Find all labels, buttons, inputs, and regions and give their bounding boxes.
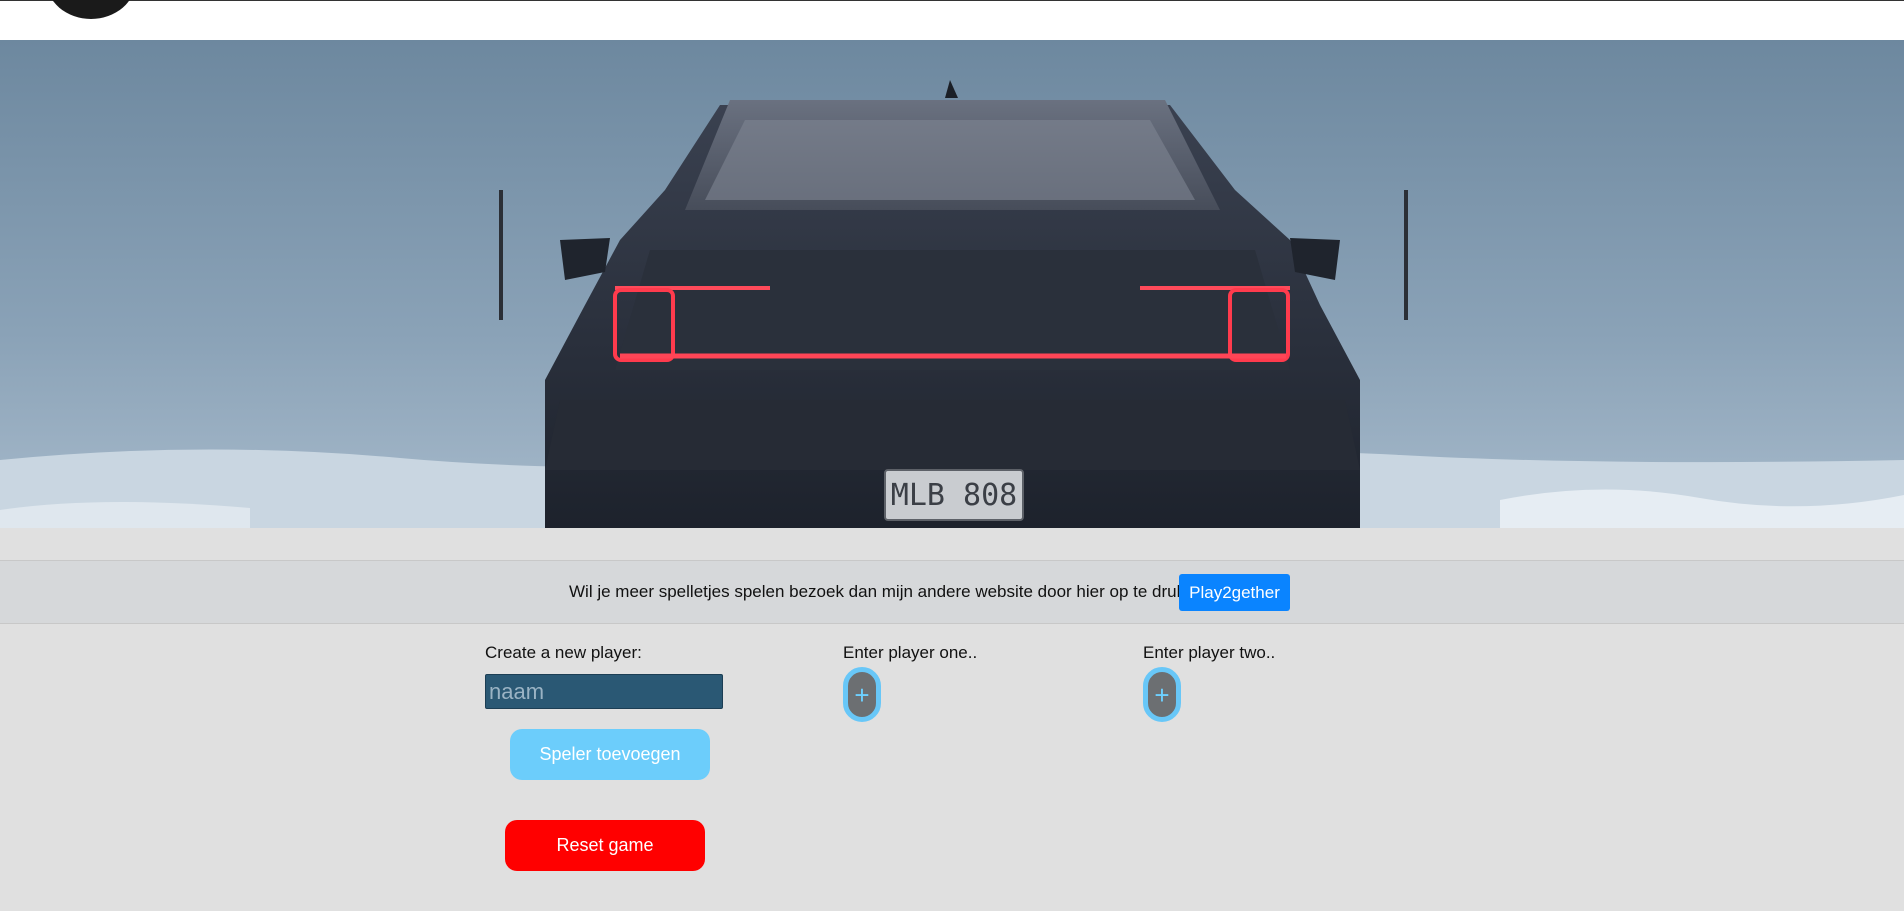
player-two-label: Enter player two.. <box>1143 643 1276 662</box>
add-player-two-button[interactable]: + <box>1143 667 1181 722</box>
add-player-one-button[interactable]: + <box>843 667 881 722</box>
plus-icon: + <box>1154 679 1170 710</box>
top-navbar <box>0 0 1904 40</box>
license-plate-text: MLB 808 <box>891 478 1017 513</box>
plus-icon: + <box>854 679 870 710</box>
play2gether-button[interactable]: Play2gether <box>1179 574 1290 611</box>
site-logo[interactable] <box>46 0 136 19</box>
promo-banner: Wil je meer spelletjes spelen bezoek dan… <box>0 560 1904 624</box>
player-name-input[interactable] <box>485 674 723 709</box>
hero-image: MLB 808 <box>0 40 1904 528</box>
reset-game-button[interactable]: Reset game <box>505 820 705 871</box>
player-one-label: Enter player one.. <box>843 643 978 662</box>
create-player-label: Create a new player: <box>485 643 642 662</box>
add-player-button[interactable]: Speler toevoegen <box>510 729 710 780</box>
promo-text: Wil je meer spelletjes spelen bezoek dan… <box>569 582 1213 601</box>
